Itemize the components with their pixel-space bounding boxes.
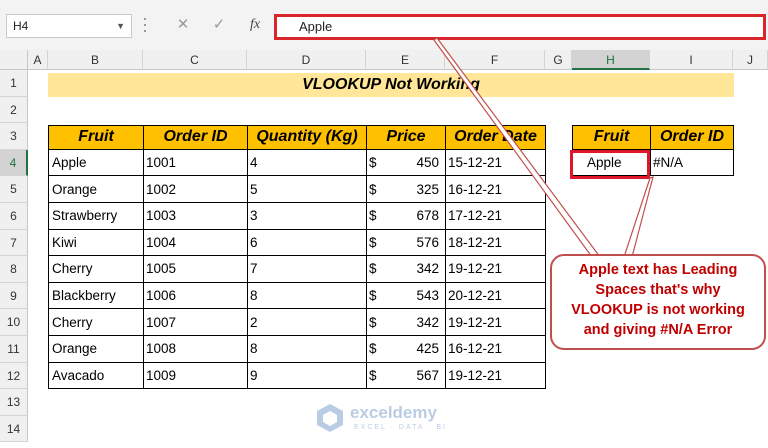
watermark-tagline: EXCEL · DATA · BI [354, 424, 447, 431]
watermark-name: exceldemy [350, 403, 437, 422]
callout-line: VLOOKUP is not working [571, 302, 745, 318]
callout-note: Apple text has Leading Spaces that's why… [550, 254, 766, 350]
callout-pointer-formula [433, 37, 602, 258]
watermark: exceldemy EXCEL · DATA · BI [314, 400, 484, 440]
callout-pointer-cell [623, 176, 654, 258]
callout-line: and giving #N/A Error [583, 322, 733, 338]
callout-line: Spaces that's why [595, 282, 721, 298]
callout-pointers [433, 37, 654, 258]
exceldemy-logo-icon [317, 404, 343, 432]
callout-line: Apple text has Leading [578, 262, 738, 278]
